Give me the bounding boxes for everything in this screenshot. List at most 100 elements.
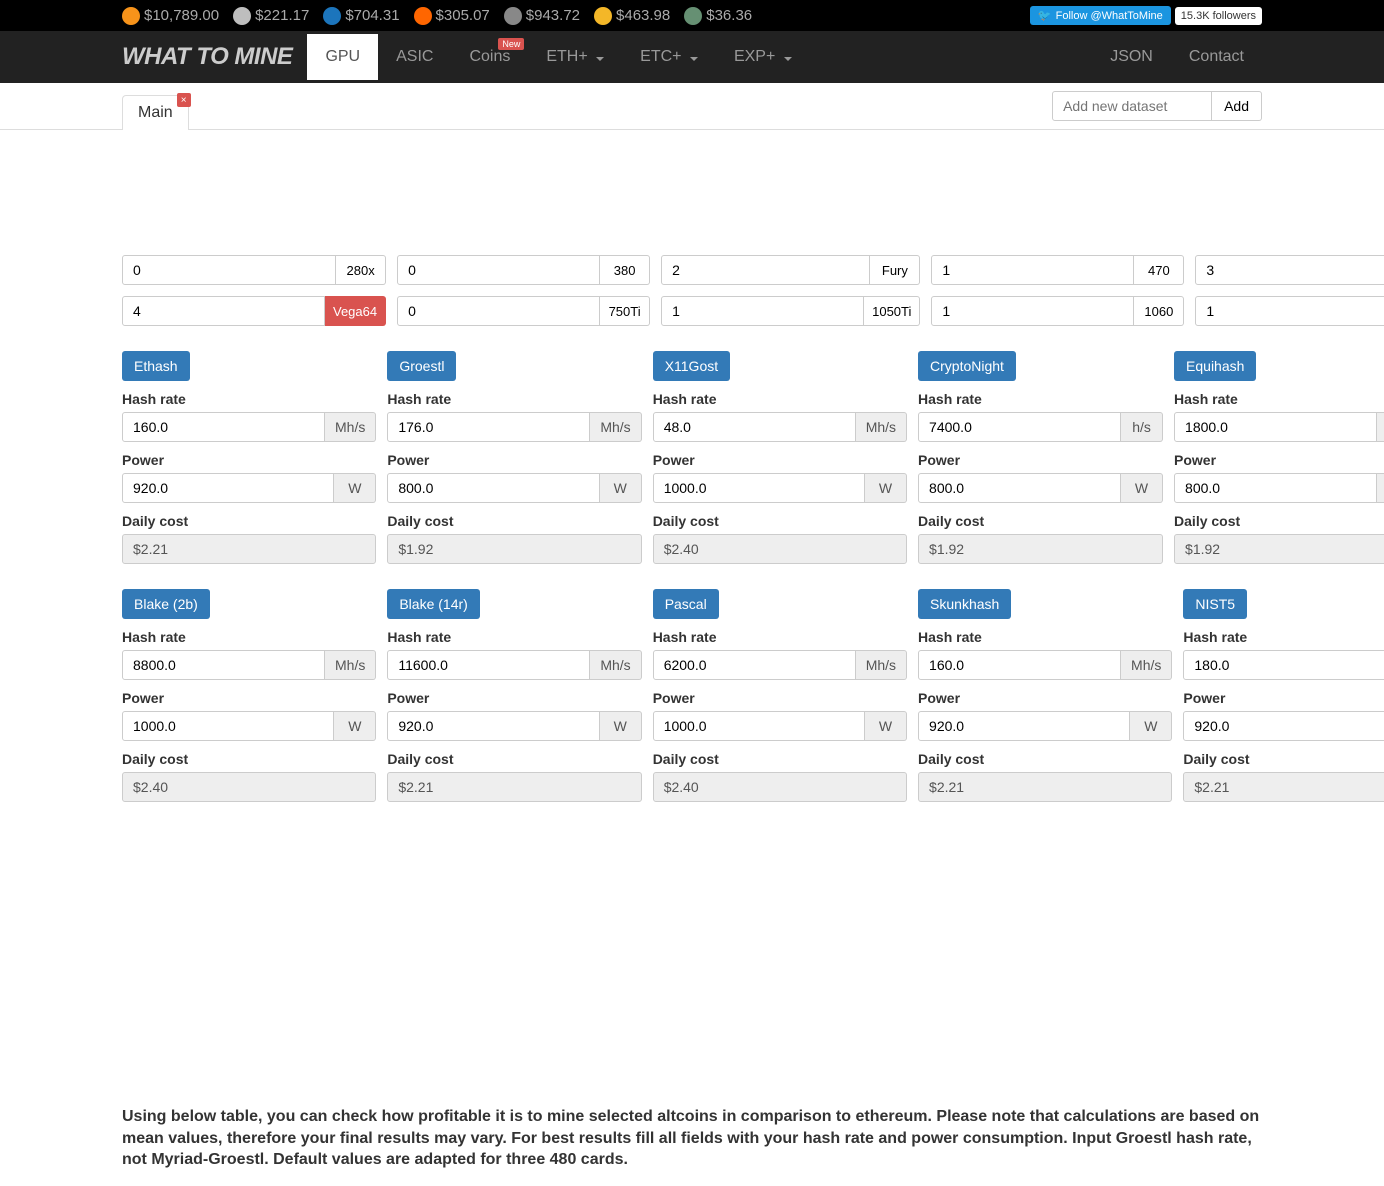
power-input[interactable] <box>1174 473 1377 503</box>
hash-input[interactable] <box>387 412 590 442</box>
power-label: Power <box>918 690 1172 706</box>
power-unit: W <box>334 473 376 503</box>
power-input[interactable] <box>918 711 1130 741</box>
gpu-button-380[interactable]: 380 <box>600 255 650 285</box>
nav-json[interactable]: JSON <box>1092 34 1171 80</box>
hash-input[interactable] <box>918 412 1121 442</box>
gpu-button-vega64[interactable]: Vega64 <box>325 296 386 326</box>
hash-label: Hash rate <box>387 391 641 407</box>
follow-count: 15.3K followers <box>1175 7 1262 25</box>
tab-main[interactable]: Main × <box>122 95 189 130</box>
gpu-count-480[interactable] <box>1195 255 1384 285</box>
hash-input[interactable] <box>653 412 856 442</box>
coin-icon <box>594 7 612 25</box>
algo-block-ethash: EthashHash rateMh/sPowerWDaily cost$2.21 <box>122 351 376 564</box>
gpu-button-750ti[interactable]: 750Ti <box>600 296 650 326</box>
gpu-button-470[interactable]: 470 <box>1134 255 1184 285</box>
price-dash[interactable]: $704.31 <box>323 7 399 25</box>
price-zec[interactable]: $463.98 <box>594 7 670 25</box>
dataset-input[interactable] <box>1052 91 1212 121</box>
close-icon[interactable]: × <box>177 93 191 107</box>
cost-label: Daily cost <box>122 751 376 767</box>
gpu-count-280x[interactable] <box>122 255 336 285</box>
power-unit: W <box>1121 473 1163 503</box>
brand-logo[interactable]: WHAT TO MINE <box>122 31 307 83</box>
power-unit: W <box>865 473 907 503</box>
nav-coins[interactable]: CoinsNew <box>451 34 528 80</box>
chevron-down-icon <box>690 57 698 61</box>
power-input[interactable] <box>387 711 599 741</box>
nav-etc-plus[interactable]: ETC+ <box>622 34 716 80</box>
power-input[interactable] <box>653 711 865 741</box>
price-btc[interactable]: $10,789.00 <box>122 7 219 25</box>
twitter-icon: 🐦 <box>1038 9 1052 22</box>
power-input[interactable] <box>122 473 334 503</box>
coin-icon <box>414 7 432 25</box>
power-input[interactable] <box>387 473 599 503</box>
add-dataset-button[interactable]: Add <box>1212 91 1262 121</box>
hash-label: Hash rate <box>1174 391 1384 407</box>
hash-label: Hash rate <box>1183 629 1384 645</box>
gpu-count-1050ti[interactable] <box>661 296 864 326</box>
hash-input[interactable] <box>918 650 1121 680</box>
algo-block-blake2b: Blake (2b)Hash rateMh/sPowerWDaily cost$… <box>122 589 376 1088</box>
price-eth[interactable]: $943.72 <box>504 7 580 25</box>
gpu-count-fury[interactable] <box>661 255 870 285</box>
hash-unit: Mh/s <box>325 412 376 442</box>
chevron-down-icon <box>596 57 604 61</box>
hash-label: Hash rate <box>918 391 1163 407</box>
hash-input[interactable] <box>387 650 590 680</box>
chevron-down-icon <box>784 57 792 61</box>
algo-button[interactable]: CryptoNight <box>918 351 1016 381</box>
hash-unit: Mh/s <box>1121 650 1172 680</box>
algo-button[interactable]: Blake (2b) <box>122 589 210 619</box>
algo-button[interactable]: X11Gost <box>653 351 730 381</box>
algo-block-equihash: EquihashHash rateh/sPowerWDaily cost$1.9… <box>1174 351 1384 564</box>
cost-label: Daily cost <box>653 751 907 767</box>
gpu-button-fury[interactable]: Fury <box>870 255 920 285</box>
gpu-count-380[interactable] <box>397 255 600 285</box>
power-input[interactable] <box>653 473 865 503</box>
daily-cost: $2.21 <box>1183 772 1384 802</box>
algo-button[interactable]: Equihash <box>1174 351 1256 381</box>
algo-button[interactable]: Pascal <box>653 589 719 619</box>
hash-label: Hash rate <box>387 629 641 645</box>
daily-cost: $2.40 <box>653 534 907 564</box>
algo-button[interactable]: Blake (14r) <box>387 589 479 619</box>
nav-asic[interactable]: ASIC <box>378 34 451 80</box>
gpu-button-280x[interactable]: 280x <box>336 255 386 285</box>
price-xmr[interactable]: $305.07 <box>414 7 490 25</box>
gpu-count-470[interactable] <box>931 255 1134 285</box>
hash-input[interactable] <box>1183 650 1384 680</box>
algo-button[interactable]: Groestl <box>387 351 456 381</box>
hash-input[interactable] <box>1174 412 1377 442</box>
nav-contact[interactable]: Contact <box>1171 34 1262 80</box>
gpu-count-vega64[interactable] <box>122 296 325 326</box>
cost-label: Daily cost <box>918 513 1163 529</box>
price-etc[interactable]: $36.36 <box>684 7 752 25</box>
hash-input[interactable] <box>653 650 856 680</box>
algo-block-cryptonight: CryptoNightHash rateh/sPowerWDaily cost$… <box>918 351 1163 564</box>
algo-button[interactable]: Ethash <box>122 351 190 381</box>
gpu-button-1060[interactable]: 1060 <box>1134 296 1184 326</box>
gpu-count-1060[interactable] <box>931 296 1134 326</box>
price-ltc[interactable]: $221.17 <box>233 7 309 25</box>
gpu-count-1070[interactable] <box>1195 296 1384 326</box>
nav-exp-plus[interactable]: EXP+ <box>716 34 810 80</box>
nav-eth-plus[interactable]: ETH+ <box>528 34 622 80</box>
daily-cost: $2.21 <box>122 534 376 564</box>
nav-gpu[interactable]: GPU <box>307 34 378 80</box>
algo-button[interactable]: Skunkhash <box>918 589 1011 619</box>
gpu-count-750ti[interactable] <box>397 296 600 326</box>
power-label: Power <box>122 452 376 468</box>
hash-input[interactable] <box>122 412 325 442</box>
algo-button[interactable]: NIST5 <box>1183 589 1247 619</box>
power-input[interactable] <box>122 711 334 741</box>
coin-icon <box>233 7 251 25</box>
power-input[interactable] <box>1183 711 1384 741</box>
gpu-button-1050ti[interactable]: 1050Ti <box>864 296 920 326</box>
twitter-follow[interactable]: 🐦Follow @WhatToMine 15.3K followers <box>1030 6 1262 25</box>
hash-input[interactable] <box>122 650 325 680</box>
daily-cost: $2.40 <box>653 772 907 802</box>
power-input[interactable] <box>918 473 1121 503</box>
